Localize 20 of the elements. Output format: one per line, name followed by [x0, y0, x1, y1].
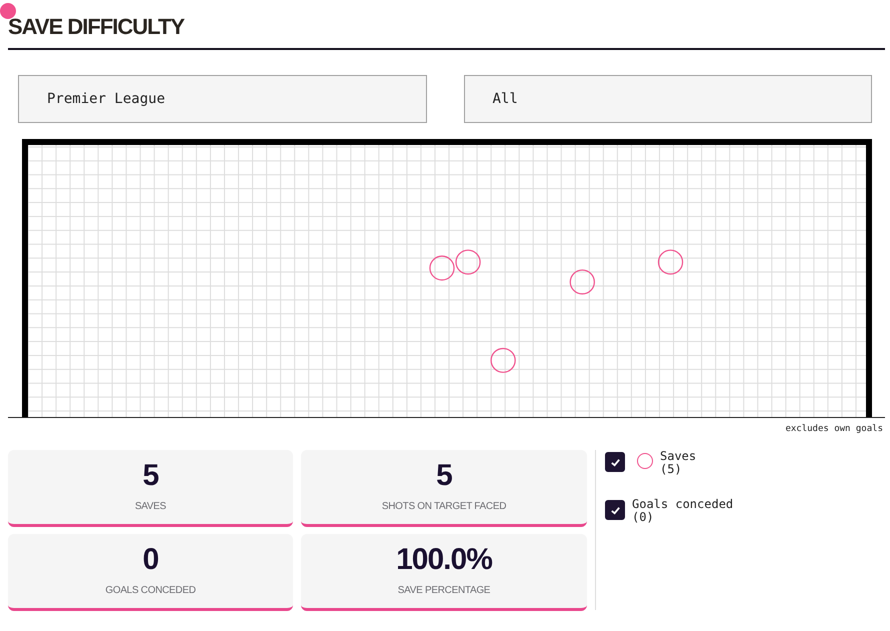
legend-count: (5) — [660, 463, 683, 476]
legend-label: Saves — [660, 450, 696, 463]
stat-label: SHOTS ON TARGET FACED — [382, 501, 506, 512]
legend-label: Goals conceded — [632, 498, 734, 511]
section-title: SAVE DIFFICULTY — [8, 14, 885, 50]
filter-dropdown[interactable]: All — [464, 75, 872, 123]
checkbox[interactable] — [605, 500, 625, 520]
stat-value: 5 — [436, 459, 452, 493]
legend-count: (0) — [632, 511, 655, 524]
stat-label: SAVES — [134, 501, 166, 512]
stat-value: 0 — [142, 543, 158, 577]
stat-value: 100.0% — [396, 543, 492, 577]
footnote: excludes own goals — [784, 423, 884, 434]
checkbox[interactable] — [605, 452, 625, 472]
checkmark-icon — [610, 504, 620, 516]
stat-label: GOALS CONCEDED — [105, 585, 196, 596]
stat-label: SAVE PERCENTAGE — [398, 585, 490, 596]
filter-dropdown[interactable]: Premier League — [18, 75, 426, 123]
checkmark-icon — [610, 456, 620, 468]
stat-value: 5 — [142, 459, 158, 493]
